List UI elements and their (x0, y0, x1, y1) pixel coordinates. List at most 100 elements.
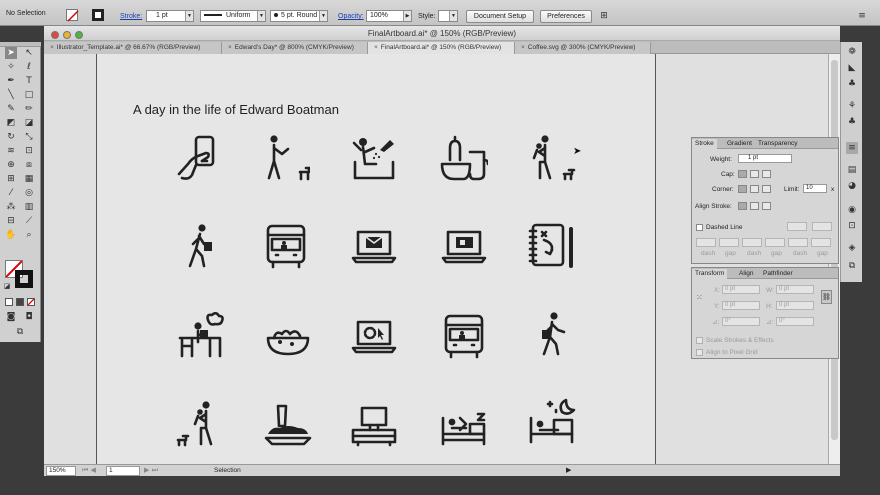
round-cap-button[interactable] (750, 170, 759, 178)
phone-in-hand-icon[interactable] (176, 134, 224, 182)
tab-pathfinder[interactable]: Pathfinder (760, 269, 796, 279)
man-holding-baby-dog-icon[interactable] (176, 400, 224, 448)
color-mode-icon[interactable] (5, 298, 13, 306)
align-dashes-button[interactable] (812, 222, 832, 231)
perspective-grid-icon[interactable]: ⧈ (23, 159, 35, 171)
tab-stroke[interactable]: Stroke (692, 139, 717, 149)
preferences-button[interactable]: Preferences (540, 10, 592, 23)
walking-commuter-icon[interactable] (530, 310, 578, 358)
stroke-swatch[interactable] (92, 9, 104, 21)
y-field[interactable]: 0 pt (722, 301, 760, 310)
dashed-line-checkbox[interactable] (696, 224, 703, 231)
close-icon[interactable]: × (228, 42, 232, 54)
chat-laptop-icon[interactable] (440, 222, 488, 270)
round-join-button[interactable] (750, 185, 759, 193)
h-field[interactable]: 0 pt (776, 301, 814, 310)
tab-transform[interactable]: Transform (692, 269, 728, 279)
chevron-down-icon[interactable]: ▼ (319, 11, 327, 21)
tab-transparency[interactable]: Transparency (755, 139, 801, 149)
w-field[interactable]: 0 pt (776, 285, 814, 294)
tab-align[interactable]: Align (736, 269, 756, 279)
direct-selection-icon[interactable]: ↖ (23, 47, 35, 59)
chevron-down-icon[interactable]: ▼ (257, 11, 265, 21)
artboard-number-field[interactable]: 1 (106, 466, 140, 476)
desk-worker-icon[interactable] (176, 311, 224, 360)
stroke-panel-icon[interactable]: ≡ (846, 142, 858, 154)
scale-strokes-checkbox[interactable] (696, 337, 703, 344)
breakfast-icon[interactable] (440, 134, 490, 182)
type-tool-icon[interactable]: T (23, 75, 35, 87)
x-field[interactable]: 0 pt (722, 285, 760, 294)
gap-1-field[interactable] (719, 238, 739, 247)
close-icon[interactable]: × (50, 42, 54, 54)
gradient-mode-icon[interactable] (16, 298, 24, 306)
slice-tool-icon[interactable]: ⟋ (23, 215, 35, 227)
man-walking-dog-icon[interactable] (262, 134, 312, 182)
eraser-icon[interactable]: ◪ (23, 117, 35, 129)
fill-swatch[interactable] (66, 9, 79, 22)
none-mode-icon[interactable] (27, 298, 35, 306)
mesh-tool-icon[interactable]: ⊞ (5, 173, 17, 185)
chevron-down-icon[interactable]: ▶ (403, 11, 411, 21)
limit-field[interactable]: 10 (803, 184, 827, 193)
bus-icon[interactable] (440, 312, 488, 360)
walking-commuter-icon[interactable] (176, 222, 224, 270)
line-tool-icon[interactable]: ╲ (5, 89, 17, 101)
stroke-color-box[interactable] (15, 270, 33, 288)
free-transform-icon[interactable]: ⊡ (23, 145, 35, 157)
swatches-icon[interactable]: ◣ (846, 62, 858, 74)
zoom-icon[interactable] (75, 31, 83, 39)
screen-mode-icon[interactable]: ⧉ (14, 326, 26, 338)
close-icon[interactable]: × (374, 42, 378, 54)
panel-menu-icon[interactable]: ≡ (856, 10, 868, 22)
symbols-icon[interactable]: ⚘ (846, 100, 858, 112)
opacity-field[interactable]: 100% ▶ (366, 10, 412, 22)
align-outside-button[interactable] (762, 202, 771, 210)
align-inside-button[interactable] (750, 202, 759, 210)
selection-tool-icon[interactable]: ➤ (5, 47, 17, 59)
rotate-tool-icon[interactable]: ↻ (5, 131, 17, 143)
zoom-tool-icon[interactable]: ⌕ (23, 229, 35, 241)
weight-field[interactable]: 1 pt (738, 154, 792, 163)
default-colors-icon[interactable]: ◪ (1, 280, 13, 292)
preserve-dashes-button[interactable] (787, 222, 807, 231)
dash-3-field[interactable] (788, 238, 808, 247)
dinner-tray-icon[interactable] (264, 400, 312, 448)
tab-edwards-day[interactable]: × Edward's Day* @ 800% (CMYK/Preview) (222, 42, 368, 54)
appearance-icon[interactable]: ◉ (846, 204, 858, 216)
stroke-link[interactable]: Stroke: (120, 10, 142, 23)
close-icon[interactable]: × (521, 42, 525, 54)
draw-behind-icon[interactable]: ◘ (23, 311, 35, 323)
rotate-field[interactable]: 0° (722, 317, 760, 326)
artboard-tool-icon[interactable]: ⊟ (5, 215, 17, 227)
chevron-down-icon[interactable]: ▼ (449, 11, 457, 21)
salad-bowl-icon[interactable] (264, 312, 312, 360)
projecting-cap-button[interactable] (762, 170, 771, 178)
tab-coffee-svg[interactable]: × Coffee.svg @ 300% (CMYK/Preview) (515, 42, 651, 54)
layers-icon[interactable]: ◈ (846, 242, 858, 254)
transparency-panel-icon[interactable]: ◕ (846, 180, 858, 192)
variable-width-profile[interactable]: Uniform ▼ (200, 10, 266, 22)
blend-tool-icon[interactable]: ◎ (23, 187, 35, 199)
loading-laptop-icon[interactable] (350, 312, 398, 360)
brush-definition[interactable]: 5 pt. Round ▼ (270, 10, 328, 22)
gradient-panel-icon[interactable]: ▤ (846, 164, 858, 176)
opacity-link[interactable]: Opacity: (338, 10, 364, 23)
style-picker[interactable]: ▼ (438, 10, 458, 22)
tab-final-artboard[interactable]: × FinalArtboard.ai* @ 150% (RGB/Preview) (368, 42, 515, 54)
sleeping-icon[interactable] (528, 398, 576, 446)
bedtime-reading-icon[interactable] (440, 400, 488, 448)
man-holding-baby-dog-icon[interactable] (530, 134, 578, 182)
butt-cap-button[interactable] (738, 170, 747, 178)
zoom-field[interactable]: 150% (46, 466, 76, 476)
warp-tool-icon[interactable]: ≋ (5, 145, 17, 157)
constrain-proportions-icon[interactable]: ⛓ (821, 290, 832, 304)
email-laptop-icon[interactable] (350, 222, 398, 270)
pencil-icon[interactable]: ✏ (23, 103, 35, 115)
paintbrush-icon[interactable]: ✎ (5, 103, 17, 115)
scale-tool-icon[interactable]: ⤡ (23, 131, 35, 143)
bus-icon[interactable] (262, 222, 310, 270)
align-center-button[interactable] (738, 202, 747, 210)
color-guide-icon[interactable]: ❁ (846, 46, 858, 58)
tab-illustrator-template[interactable]: × Illustrator_Template.ai* @ 66.67% (RGB/… (44, 42, 222, 54)
